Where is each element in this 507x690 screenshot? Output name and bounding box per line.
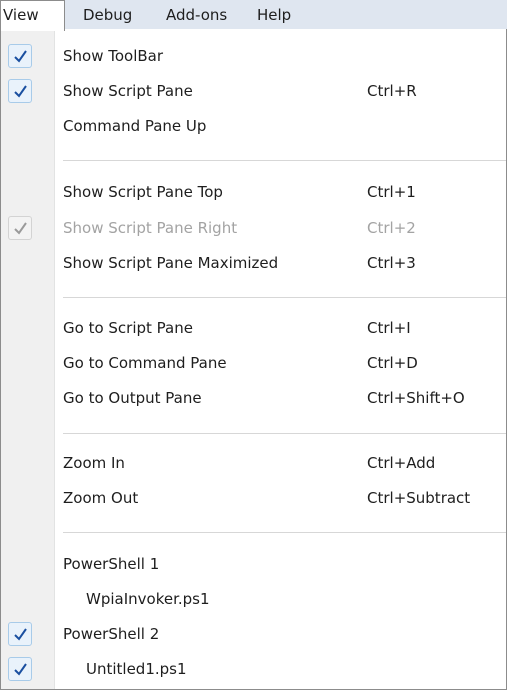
menu-item-label: Zoom In (63, 454, 125, 472)
check-icon (8, 657, 32, 681)
menu-item-zoom-in[interactable]: Zoom In Ctrl+Add (1, 447, 506, 480)
menu-item-shortcut: Ctrl+1 (367, 183, 416, 201)
check-icon (8, 216, 32, 240)
menu-item-label: Command Pane Up (63, 117, 207, 135)
menu-item-go-to-script-pane[interactable]: Go to Script Pane Ctrl+I (1, 312, 506, 345)
menu-item-shortcut: Ctrl+3 (367, 254, 416, 272)
menu-separator (63, 160, 506, 161)
menu-item-shortcut: Ctrl+Add (367, 454, 436, 472)
menu-item-show-toolbar[interactable]: Show ToolBar (1, 40, 506, 73)
menu-item-label: Go to Command Pane (63, 354, 227, 372)
menu-item-show-script-pane[interactable]: Show Script Pane Ctrl+R (1, 75, 506, 108)
menu-separator (63, 297, 506, 298)
menu-separator (63, 433, 506, 434)
menu-help[interactable]: Help (257, 0, 291, 30)
menu-item-label: Go to Script Pane (63, 319, 193, 337)
menu-item-label: Show Script Pane Right (63, 219, 238, 237)
menu-item-shortcut: Ctrl+D (367, 354, 418, 372)
menu-item-shortcut: Ctrl+2 (367, 219, 416, 237)
menu-item-label: Go to Output Pane (63, 389, 202, 407)
menu-item-show-script-pane-top[interactable]: Show Script Pane Top Ctrl+1 (1, 176, 506, 209)
menu-item-show-script-pane-maximized[interactable]: Show Script Pane Maximized Ctrl+3 (1, 247, 506, 280)
menu-item-zoom-out[interactable]: Zoom Out Ctrl+Subtract (1, 482, 506, 515)
check-icon (8, 79, 32, 103)
menu-item-label: Untitled1.ps1 (86, 660, 187, 678)
menu-item-label: Zoom Out (63, 489, 139, 507)
menu-item-label: Show Script Pane (63, 82, 193, 100)
menu-item-wpiainvoker-ps1[interactable]: WpiaInvoker.ps1 (1, 583, 506, 616)
check-icon (8, 44, 32, 68)
menu-item-go-to-output-pane[interactable]: Go to Output Pane Ctrl+Shift+O (1, 382, 506, 415)
menu-item-label: WpiaInvoker.ps1 (86, 590, 210, 608)
menu-item-show-script-pane-right: Show Script Pane Right Ctrl+2 (1, 212, 506, 245)
menu-view[interactable]: View (0, 0, 65, 31)
menu-separator (63, 532, 506, 533)
menu-item-label: Show Script Pane Top (63, 183, 223, 201)
menu-item-shortcut: Ctrl+Subtract (367, 489, 471, 507)
menu-item-powershell-1[interactable]: PowerShell 1 (1, 548, 506, 581)
menu-item-untitled1-ps1[interactable]: Untitled1.ps1 (1, 653, 506, 686)
menu-add-ons[interactable]: Add-ons (166, 0, 227, 30)
menu-item-go-to-command-pane[interactable]: Go to Command Pane Ctrl+D (1, 347, 506, 380)
menu-item-powershell-2[interactable]: PowerShell 2 (1, 618, 506, 651)
menu-debug[interactable]: Debug (83, 0, 132, 30)
menu-item-label: PowerShell 1 (63, 555, 160, 573)
menu-item-command-pane-up[interactable]: Command Pane Up (1, 110, 506, 143)
check-icon (8, 622, 32, 646)
menu-bar: View Debug Add-ons Help (0, 0, 507, 31)
menu-item-label: Show ToolBar (63, 47, 164, 65)
menu-item-label: PowerShell 2 (63, 625, 160, 643)
menu-item-shortcut: Ctrl+Shift+O (367, 389, 465, 407)
view-menu-dropdown: Show ToolBar Show Script Pane Ctrl+R Com… (0, 29, 507, 690)
menu-item-label: Show Script Pane Maximized (63, 254, 279, 272)
menu-item-shortcut: Ctrl+R (367, 82, 417, 100)
menu-item-shortcut: Ctrl+I (367, 319, 411, 337)
